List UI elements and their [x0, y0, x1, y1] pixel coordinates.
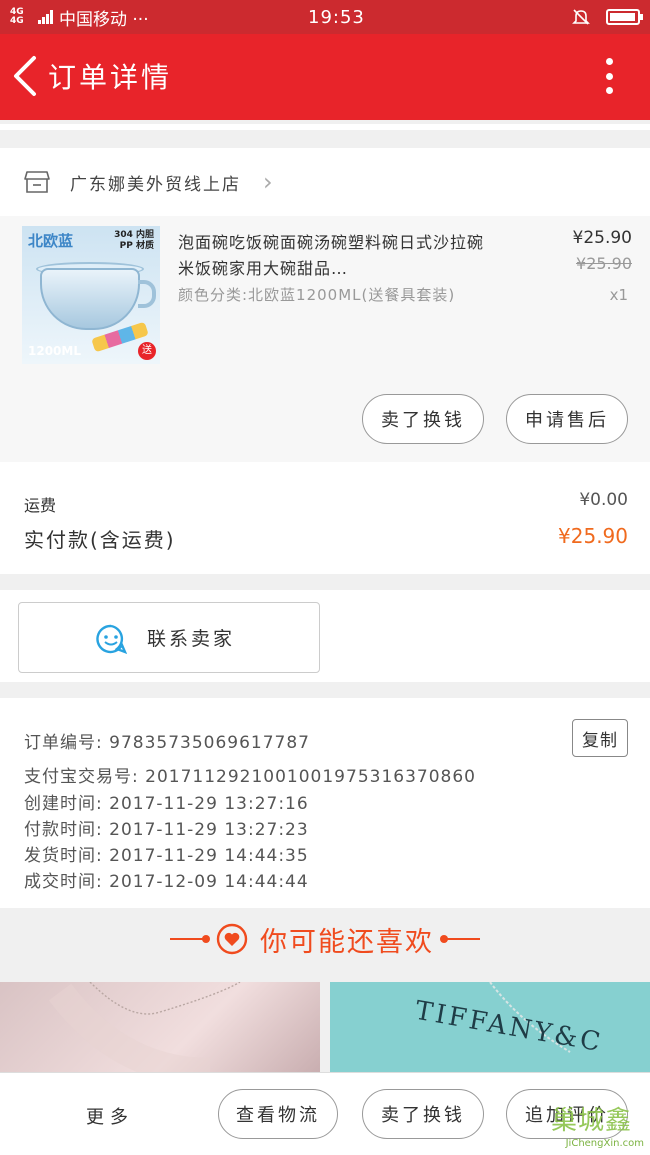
product-original-price: ¥25.90: [576, 254, 632, 273]
contact-section: 联系卖家: [0, 590, 650, 682]
product-title[interactable]: 泡面碗吃饭碗面碗汤碗塑料碗日式沙拉碗米饭碗家用大碗甜品…: [178, 230, 496, 282]
chat-icon: [96, 624, 127, 655]
mute-icon: [572, 9, 590, 25]
product-price: ¥25.90: [572, 228, 632, 248]
back-icon[interactable]: [8, 54, 42, 98]
thumb-tag-material: 304 内胆 PP 材质: [114, 230, 154, 251]
after-sale-button[interactable]: 申请售后: [506, 394, 628, 444]
battery-icon: [606, 9, 643, 25]
recommend-item-tiffany[interactable]: TIFFANY&C: [330, 982, 650, 1072]
paid-value: ¥25.90: [558, 524, 628, 548]
alipay-number: 支付宝交易号: 2017112921001001975316370860: [24, 767, 476, 787]
store-icon: [24, 171, 50, 193]
header-spacer: [0, 124, 650, 130]
status-bar: 4G 4G 中国移动 ··· 19:53: [0, 0, 650, 34]
product-quantity: x1: [609, 286, 628, 304]
completed-time: 成交时间: 2017-12-09 14:44:44: [24, 872, 309, 892]
view-logistics-button[interactable]: 查看物流: [218, 1089, 338, 1139]
recommend-title: 你可能还喜欢: [260, 926, 434, 958]
paid-label: 实付款(含运费): [24, 528, 176, 552]
more-link[interactable]: 更多: [86, 1103, 134, 1129]
fees-section: 运费 ¥0.00 实付款(含运费) ¥25.90: [0, 462, 650, 574]
more-menu-icon[interactable]: [606, 58, 614, 94]
recommend-header: 你可能还喜欢: [0, 908, 650, 970]
bowl-handle: [138, 280, 156, 308]
watermark-logo: 巢城鑫: [550, 1106, 632, 1136]
thumb-tag-color: 北欧蓝: [28, 232, 74, 250]
watermark-url: JiChengXin.com: [565, 1138, 644, 1149]
chevron-right-icon: ›: [263, 168, 273, 196]
order-info: 订单编号: 97835735069617787 复制 支付宝交易号: 20171…: [0, 698, 650, 908]
created-time: 创建时间: 2017-11-29 13:27:16: [24, 794, 309, 814]
sell-for-cash-button[interactable]: 卖了换钱: [362, 394, 484, 444]
shipped-time: 发货时间: 2017-11-29 14:44:35: [24, 846, 309, 866]
copy-button[interactable]: 复制: [572, 719, 628, 757]
status-time: 19:53: [308, 6, 365, 28]
recommend-item-necklace[interactable]: [0, 982, 320, 1072]
carrier-name: 中国移动 ···: [59, 9, 149, 30]
divider-right: [440, 935, 480, 943]
product-sku: 颜色分类:北欧蓝1200ML(送餐具套装): [178, 286, 456, 304]
gift-badge: 送: [138, 342, 156, 360]
heart-icon: [216, 923, 248, 955]
necklace-chain: [48, 982, 241, 1072]
product-thumbnail[interactable]: 北欧蓝 304 内胆 PP 材质 1200ML 送: [22, 226, 160, 364]
bowl-body: [40, 268, 140, 330]
contact-seller-label: 联系卖家: [147, 628, 236, 650]
status-right: [572, 8, 643, 26]
sell-for-cash-button-bottom[interactable]: 卖了换钱: [362, 1089, 484, 1139]
paid-time: 付款时间: 2017-11-29 13:27:23: [24, 820, 309, 840]
shop-name: 广东娜美外贸线上店: [70, 174, 241, 195]
header-wave-decoration: [0, 104, 650, 117]
bottom-action-bar: 更多 查看物流 卖了换钱 追加评价 巢城鑫 JiChengXin.com: [0, 1072, 650, 1155]
shipping-label: 运费: [24, 496, 57, 515]
contact-seller-button[interactable]: 联系卖家: [18, 602, 320, 673]
divider-left: [170, 935, 210, 943]
order-number: 订单编号: 97835735069617787: [24, 733, 311, 753]
signal-icon: [38, 10, 53, 24]
thumb-tag-volume: 1200ML: [28, 344, 81, 358]
status-left: 4G 4G 中国移动 ···: [10, 5, 270, 30]
page-title: 订单详情: [48, 61, 173, 94]
shop-row[interactable]: 广东娜美外贸线上店 ›: [0, 148, 650, 216]
network-indicator: 4G 4G: [10, 7, 24, 26]
shipping-value: ¥0.00: [579, 490, 628, 510]
